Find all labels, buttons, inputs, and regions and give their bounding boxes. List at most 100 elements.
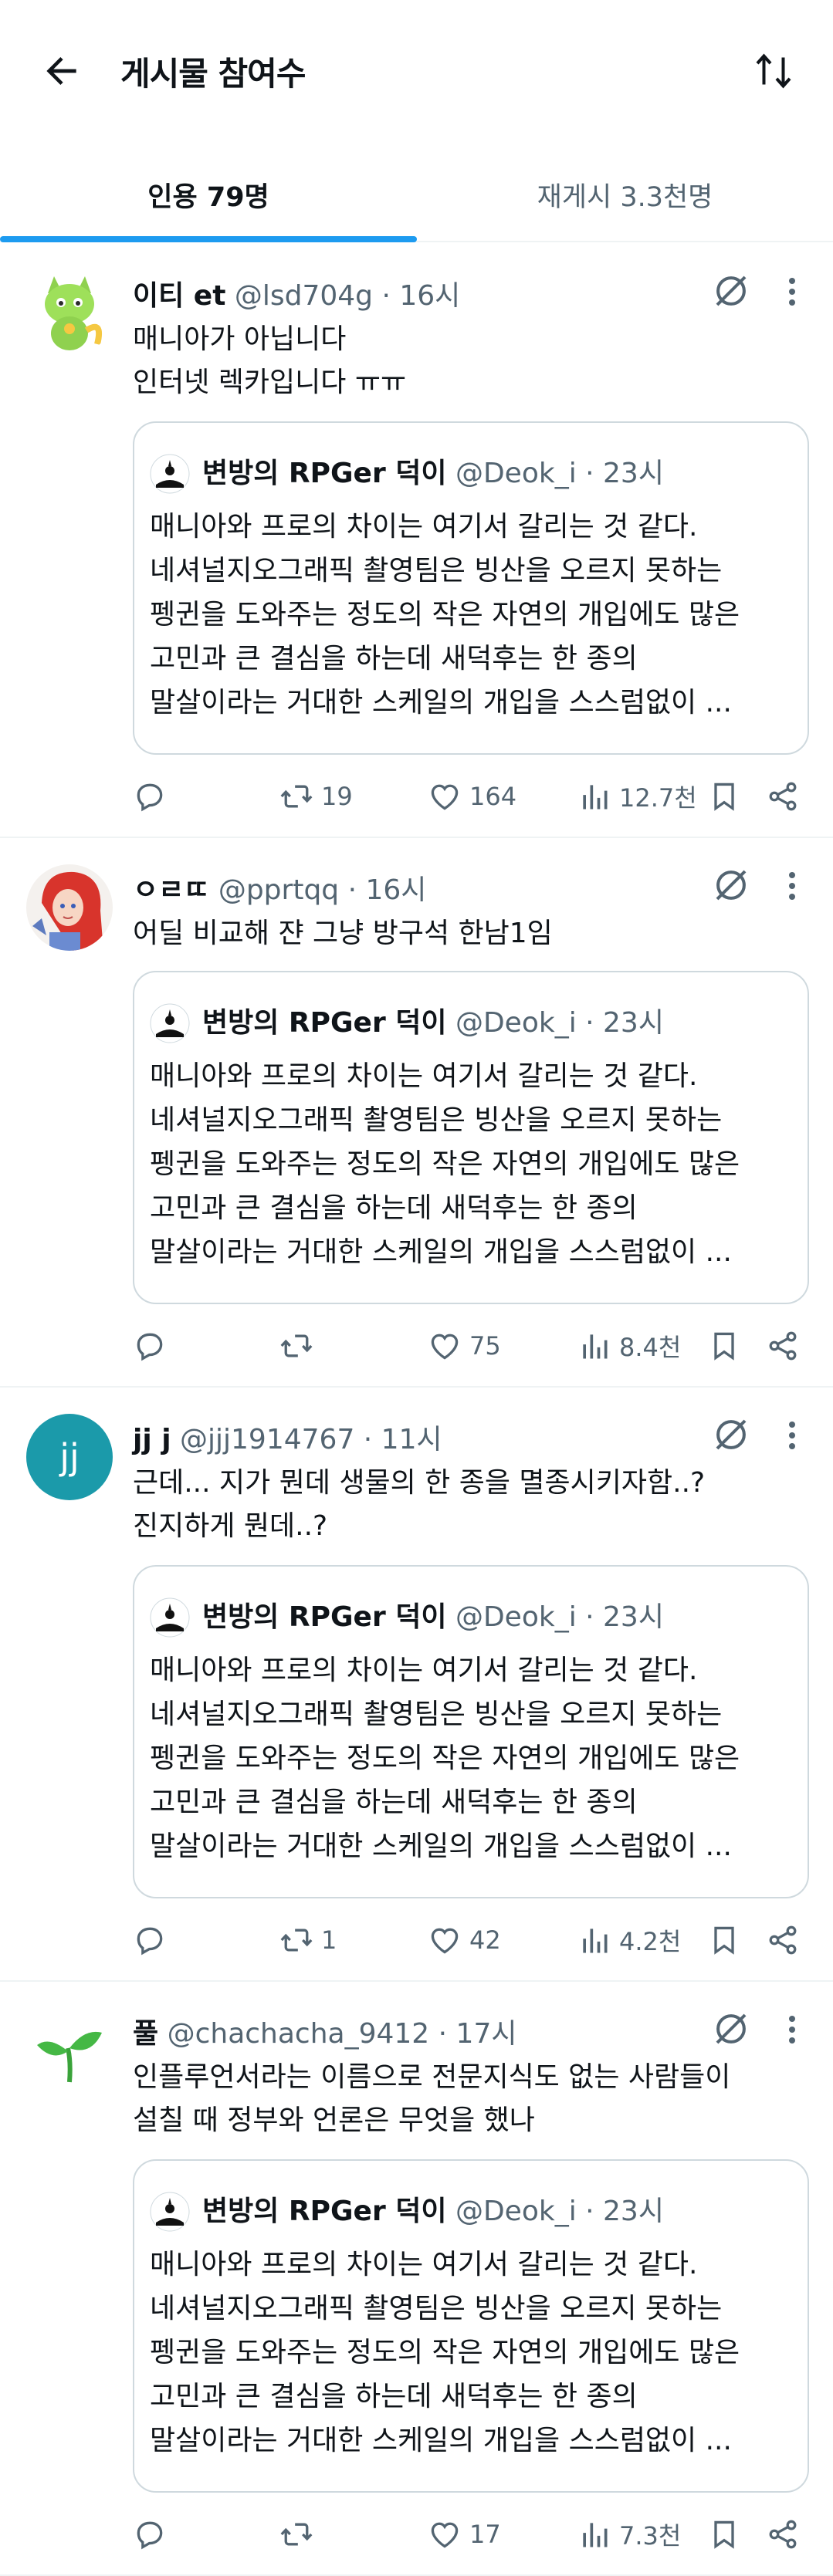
heart-icon <box>428 1329 469 1363</box>
quoted-post[interactable]: 변방의 RPGer 덕이 @Deok_i · 23시 매니아와 프로의 차이는 여… <box>133 2159 809 2493</box>
quoted-text-line: 매니아와 프로의 차이는 여기서 갈리는 것 같다. <box>150 1060 698 1092</box>
avatar[interactable] <box>26 270 113 357</box>
bookmark-button[interactable] <box>707 2511 749 2557</box>
page-title: 게시물 참여수 <box>120 55 306 93</box>
reply-button[interactable] <box>133 1323 174 1369</box>
bookmark-icon <box>707 1923 749 1957</box>
quote-post[interactable]: 이티 et @lsd704g · 16시매니아가 아닙니다인터넷 렉카입니다 ㅠ… <box>0 244 833 838</box>
quoted-header: 변방의 RPGer 덕이 @Deok_i · 23시 <box>202 1594 664 1635</box>
views-chart-icon <box>577 779 619 813</box>
quoted-text-line: 펭귄을 도와주는 정도의 작은 자연의 개입에도 많은 <box>150 2337 740 2368</box>
repost-button[interactable] <box>279 2511 321 2557</box>
action-bar: 75 8.4천 <box>133 1323 812 1369</box>
bookmark-icon <box>707 779 749 813</box>
back-button[interactable] <box>31 40 93 102</box>
like-count: 42 <box>469 1925 501 1955</box>
like-button[interactable]: 17 <box>428 2511 501 2557</box>
post-text-line: 설칠 때 정부와 언론은 무엇을 했나 <box>133 2104 535 2136</box>
active-tab-indicator <box>0 236 417 242</box>
more-options-icon[interactable] <box>777 273 808 310</box>
quote-post[interactable]: 풀 @chachacha_9412 · 17시 인플루언서라는 이름으로 전문지식… <box>0 1982 833 2576</box>
quoted-text-line: 고민과 큰 결심을 하는데 새덕후는 한 종의 <box>150 643 638 674</box>
views-chart-icon <box>577 2517 619 2551</box>
quoted-text-line: 네셔널지오그래픽 촬영팀은 빙산을 오르지 못하는 <box>150 555 723 587</box>
author-handle-time: @pprtqq · 16시 <box>218 874 427 906</box>
quoted-text-line: 고민과 큰 결심을 하는데 새덕후는 한 종의 <box>150 2381 638 2412</box>
grok-icon[interactable] <box>710 2008 752 2050</box>
post-text-line: 매니아가 아닙니다 <box>133 323 347 355</box>
quote-post[interactable]: ㅇㄹㄸ @pprtqq · 16시 어딜 비교해 쟌 그냥 방구석 한남1임 변방의… <box>0 838 833 1388</box>
quote-post[interactable]: jj jj j @jjj1914767 · 11시 근데... 지가 뭔데 생물의 … <box>0 1388 833 1982</box>
quoted-text-line: 네셔널지오그래픽 촬영팀은 빙산을 오르지 못하는 <box>150 1104 723 1136</box>
sort-button[interactable] <box>741 39 806 103</box>
bookmark-button[interactable] <box>707 773 749 820</box>
like-button[interactable]: 42 <box>428 1917 501 1963</box>
quoted-author-name: 변방의 RPGer 덕이 <box>202 2196 447 2227</box>
repost-icon <box>279 1329 321 1363</box>
reply-icon <box>133 2517 174 2551</box>
more-options-icon[interactable] <box>777 1417 808 1454</box>
views-button[interactable]: 8.4천 <box>577 1323 681 1369</box>
share-icon <box>766 1329 808 1363</box>
like-count: 164 <box>469 782 517 811</box>
grok-icon[interactable] <box>710 1414 752 1455</box>
post-text-line: 근데... 지가 뭔데 생물의 한 종을 멸종시키자함..? <box>133 1467 706 1499</box>
tab-quotes[interactable]: 인용 79명 <box>0 147 417 242</box>
like-button[interactable]: 164 <box>428 773 516 820</box>
like-count: 75 <box>469 1331 501 1361</box>
more-options-icon[interactable] <box>777 867 808 904</box>
grok-icon[interactable] <box>710 864 752 906</box>
grok-icon[interactable] <box>710 270 752 312</box>
quoted-text-line: 펭귄을 도와주는 정도의 작은 자연의 개입에도 많은 <box>150 1148 740 1180</box>
reply-button[interactable] <box>133 773 174 820</box>
repost-button[interactable] <box>279 1323 321 1369</box>
reply-icon <box>133 1923 174 1957</box>
share-button[interactable] <box>766 773 808 820</box>
quoted-text-line: 말살이라는 거대한 스케일의 개입을 스스럼없이 ... <box>150 1831 732 1862</box>
repost-button[interactable]: 1 <box>279 1917 337 1963</box>
quoted-text-line: 네셔널지오그래픽 촬영팀은 빙산을 오르지 못하는 <box>150 2293 723 2324</box>
quoted-text-line: 말살이라는 거대한 스케일의 개입을 스스럼없이 ... <box>150 1236 732 1268</box>
like-button[interactable]: 75 <box>428 1323 501 1369</box>
quoted-post[interactable]: 변방의 RPGer 덕이 @Deok_i · 23시 매니아와 프로의 차이는 여… <box>133 1565 809 1898</box>
quoted-text-line: 매니아와 프로의 차이는 여기서 갈리는 것 같다. <box>150 511 698 543</box>
post-header: ㅇㄹㄸ @pprtqq · 16시 <box>133 867 426 908</box>
quoted-post[interactable]: 변방의 RPGer 덕이 @Deok_i · 23시 매니아와 프로의 차이는 여… <box>133 421 809 755</box>
repost-button[interactable]: 19 <box>279 773 353 820</box>
author-handle-time: @lsd704g · 16시 <box>234 280 461 312</box>
quoted-text-line: 펭귄을 도와주는 정도의 작은 자연의 개입에도 많은 <box>150 1743 740 1774</box>
author-name[interactable]: 풀 <box>133 2018 158 2050</box>
reply-icon <box>133 1329 174 1363</box>
tab-reposts[interactable]: 재게시 3.3천명 <box>417 147 833 242</box>
quoted-avatar <box>150 1003 190 1043</box>
sort-arrows-icon <box>756 53 791 89</box>
views-count: 4.2천 <box>619 1927 682 1956</box>
back-arrow-icon <box>46 57 76 85</box>
author-name[interactable]: jj j <box>133 1424 171 1455</box>
quoted-post[interactable]: 변방의 RPGer 덕이 @Deok_i · 23시 매니아와 프로의 차이는 여… <box>133 971 809 1304</box>
share-button[interactable] <box>766 1917 808 1963</box>
author-name[interactable]: 이티 et <box>133 280 225 312</box>
reply-button[interactable] <box>133 1917 174 1963</box>
avatar[interactable]: jj <box>26 1414 113 1500</box>
action-bar: 17 7.3천 <box>133 2511 812 2557</box>
action-bar: 19 164 12.7천 <box>133 773 812 820</box>
views-button[interactable]: 12.7천 <box>577 773 697 820</box>
more-options-icon[interactable] <box>777 2011 808 2048</box>
quoted-handle-time: @Deok_i · 23시 <box>455 2196 664 2227</box>
share-button[interactable] <box>766 1323 808 1369</box>
views-button[interactable]: 7.3천 <box>577 2511 681 2557</box>
post-body: 매니아가 아닙니다인터넷 렉카입니다 ㅠㅠ <box>133 318 406 404</box>
avatar[interactable] <box>26 2008 113 2094</box>
views-button[interactable]: 4.2천 <box>577 1917 681 1963</box>
views-count: 8.4천 <box>619 1333 682 1362</box>
quoted-text-line: 말살이라는 거대한 스케일의 개입을 스스럼없이 ... <box>150 2425 732 2456</box>
bookmark-button[interactable] <box>707 1917 749 1963</box>
bookmark-button[interactable] <box>707 1323 749 1369</box>
post-text-line: 인터넷 렉카입니다 ㅠㅠ <box>133 367 407 398</box>
quoted-handle-time: @Deok_i · 23시 <box>455 458 664 489</box>
avatar[interactable] <box>26 864 113 951</box>
author-name[interactable]: ㅇㄹㄸ <box>133 874 209 906</box>
reply-button[interactable] <box>133 2511 174 2557</box>
share-button[interactable] <box>766 2511 808 2557</box>
